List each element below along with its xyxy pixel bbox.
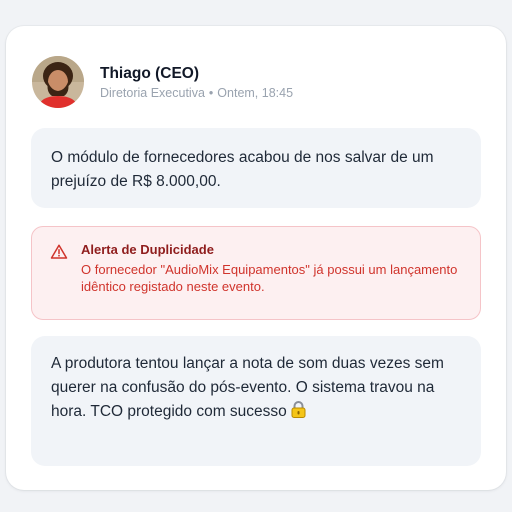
post-meta: Diretoria Executiva • Ontem, 18:45: [100, 85, 293, 101]
avatar[interactable]: [32, 56, 84, 108]
alert-body: O fornecedor "AudioMix Equipamentos" já …: [81, 262, 458, 294]
lock-icon: [291, 401, 306, 418]
alert-title: Alerta de Duplicidade: [81, 242, 214, 257]
post-header: Thiago (CEO) Diretoria Executiva • Ontem, …: [32, 54, 293, 110]
message-text: O módulo de fornecedores acabou de nos s…: [51, 149, 434, 190]
duplicate-alert: Alerta de Duplicidade O fornecedor "Audi…: [31, 226, 481, 320]
person-photo-avatar-icon: [32, 56, 84, 108]
warning-triangle-icon: [50, 244, 68, 259]
author-name[interactable]: Thiago (CEO): [100, 64, 293, 84]
post-card: Thiago (CEO) Diretoria Executiva • Ontem, …: [6, 26, 506, 490]
post-timestamp: Ontem, 18:45: [217, 85, 294, 100]
message-text: A produtora tentou lançar a nota de som …: [51, 355, 444, 420]
message-bubble: A produtora tentou lançar a nota de som …: [31, 336, 481, 466]
message-bubble: O módulo de fornecedores acabou de nos s…: [31, 128, 481, 208]
author-role: Diretoria Executiva: [100, 85, 205, 100]
meta-separator: •: [208, 85, 214, 100]
